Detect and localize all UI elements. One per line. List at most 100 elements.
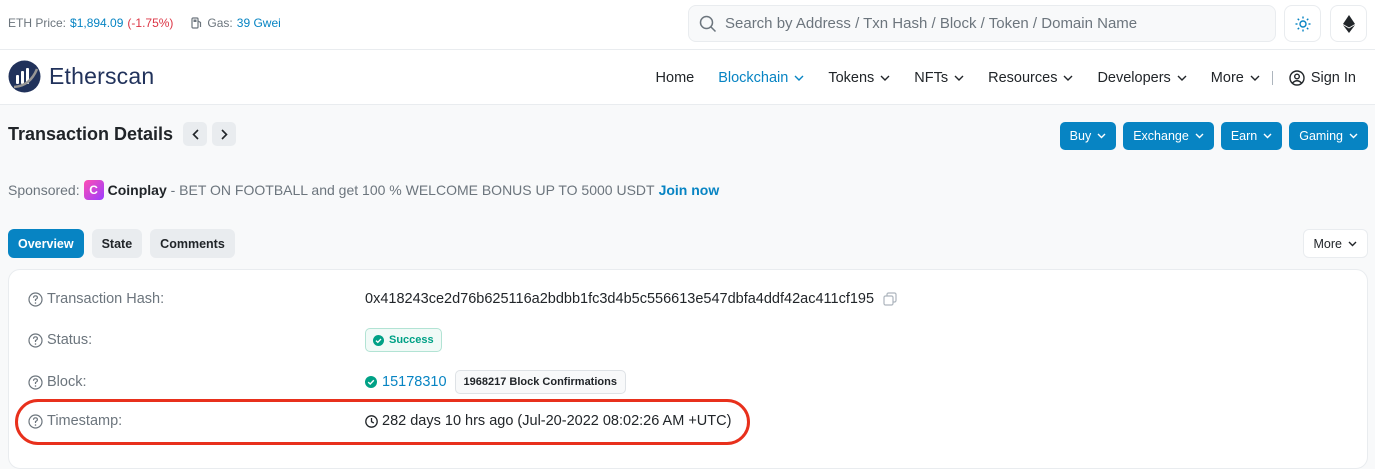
ethereum-icon	[1342, 14, 1355, 33]
detail-row-block: Block: 15178310 1968217 Block Confirmati…	[28, 370, 626, 394]
gas-label: Gas:	[207, 16, 233, 30]
chevron-down-icon	[1195, 133, 1204, 139]
nav-item-more[interactable]: More	[1211, 70, 1260, 86]
nav-divider	[1271, 70, 1273, 85]
nav-item-label: NFTs	[914, 69, 949, 86]
question-circle-icon[interactable]	[28, 374, 43, 390]
buy-button[interactable]: Buy	[1059, 122, 1117, 150]
sign-in-label: Sign In	[1310, 69, 1356, 86]
page-header: Transaction Details	[8, 122, 237, 146]
transaction-hash: 0x418243ce2d76b625116a2bdbb1fc3d4b5c5566…	[365, 291, 875, 307]
etherscan-logo-icon	[8, 60, 41, 93]
gas-pump-icon	[191, 17, 202, 29]
button-label: Exchange	[1133, 129, 1189, 143]
sponsor-text: - BET ON FOOTBALL and get 100 % WELCOME …	[166, 182, 655, 198]
status-text: Success	[389, 334, 434, 346]
chevron-down-icon	[954, 75, 964, 81]
gaming-button[interactable]: Gaming	[1289, 122, 1368, 150]
nav-item-label: Resources	[988, 69, 1058, 86]
search-icon	[699, 15, 717, 32]
nav-item-label: Blockchain	[718, 69, 789, 86]
status-badge: Success	[365, 328, 442, 352]
search-placeholder: Search by Address / Txn Hash / Block / T…	[725, 15, 1138, 32]
block-label-group: Block:	[28, 374, 365, 390]
nav-menu: Home Blockchain Tokens NFTs Resources De…	[632, 50, 1356, 105]
chevron-down-icon	[1177, 75, 1187, 81]
nav-item-resources[interactable]: Resources	[988, 70, 1073, 86]
block-label: Block:	[47, 374, 87, 390]
sponsor-brand[interactable]: Coinplay	[108, 182, 167, 198]
sponsored-label: Sponsored:	[8, 182, 80, 198]
tab-state[interactable]: State	[91, 229, 143, 258]
chevron-down-icon	[1349, 133, 1358, 139]
price-ticker: ETH Price: $1,894.09 (-1.75%) Gas: 39 Gw…	[8, 16, 281, 30]
button-label: Earn	[1230, 129, 1258, 143]
chevron-down-icon	[880, 75, 890, 81]
chevron-right-icon	[220, 128, 228, 140]
gas-value[interactable]: 39 Gwei	[237, 16, 281, 30]
block-number-link[interactable]: 15178310	[365, 374, 447, 390]
action-buttons: Buy Exchange Earn Gaming	[1053, 122, 1368, 150]
button-label: Gaming	[1299, 129, 1343, 143]
block-number: 15178310	[382, 374, 447, 390]
etherscan-logo[interactable]: Etherscan	[8, 60, 154, 93]
user-circle-icon	[1289, 69, 1305, 86]
button-label: Buy	[1069, 129, 1092, 143]
prev-transaction-button[interactable]	[183, 122, 208, 146]
main-navbar: Etherscan Home Blockchain Tokens NFTs Re…	[0, 50, 1375, 105]
nav-item-developers[interactable]: Developers	[1097, 69, 1187, 86]
hash-label: Transaction Hash:	[47, 291, 165, 307]
chevron-down-icon	[1263, 133, 1272, 139]
detail-tabs: Overview State Comments	[8, 229, 243, 258]
next-transaction-button[interactable]	[212, 122, 237, 146]
gas-info: Gas: 39 Gwei	[191, 16, 281, 30]
sun-icon	[1295, 16, 1310, 31]
chevron-down-icon	[1250, 75, 1260, 81]
block-value-group: 15178310 1968217 Block Confirmations	[365, 370, 626, 394]
eth-price-value[interactable]: $1,894.09	[70, 16, 123, 30]
theme-toggle-button[interactable]	[1284, 5, 1321, 42]
exchange-button[interactable]: Exchange	[1123, 122, 1214, 150]
sign-in-link[interactable]: Sign In	[1289, 70, 1356, 86]
brand-name: Etherscan	[49, 63, 155, 89]
hash-label-group: Transaction Hash:	[28, 291, 365, 307]
detail-row-status: Status: Success	[28, 328, 442, 352]
more-label: More	[1313, 236, 1342, 251]
nav-item-label: More	[1210, 69, 1244, 86]
status-label-group: Status:	[28, 332, 365, 348]
copy-icon[interactable]	[883, 292, 897, 306]
search-input[interactable]: Search by Address / Txn Hash / Block / T…	[688, 5, 1276, 42]
sponsored-banner: Sponsored: C Coinplay - BET ON FOOTBALL …	[8, 180, 719, 200]
question-circle-icon[interactable]	[28, 332, 43, 348]
earn-button[interactable]: Earn	[1220, 122, 1283, 150]
network-select-button[interactable]	[1330, 5, 1367, 42]
tab-comments[interactable]: Comments	[150, 229, 235, 258]
chevron-down-icon	[1097, 133, 1106, 139]
coinplay-logo-icon: C	[83, 180, 104, 200]
chevron-left-icon	[191, 128, 199, 140]
block-confirmations-badge: 1968217 Block Confirmations	[454, 370, 626, 394]
status-value-group: Success	[365, 328, 442, 352]
nav-item-tokens[interactable]: Tokens	[828, 70, 890, 86]
hash-value-group: 0x418243ce2d76b625116a2bdbb1fc3d4b5c5566…	[365, 291, 897, 307]
chevron-down-icon	[1063, 75, 1073, 81]
status-label: Status:	[47, 332, 93, 348]
eth-price-label: ETH Price:	[8, 16, 67, 30]
chevron-down-icon	[1348, 241, 1357, 246]
nav-item-label: Developers	[1097, 69, 1171, 86]
join-now-link[interactable]: Join now	[659, 182, 720, 198]
question-circle-icon[interactable]	[28, 291, 43, 307]
eth-price-change: (-1.75%)	[127, 16, 174, 30]
nav-item-label: Tokens	[828, 69, 875, 86]
timestamp-highlight-annotation	[15, 399, 750, 445]
detail-row-hash: Transaction Hash: 0x418243ce2d76b625116a…	[28, 291, 897, 307]
more-dropdown-button[interactable]: More	[1302, 229, 1368, 258]
tab-overview[interactable]: Overview	[8, 229, 84, 258]
check-circle-icon	[373, 334, 384, 346]
nav-item-nfts[interactable]: NFTs	[914, 70, 964, 86]
nav-item-blockchain[interactable]: Blockchain	[718, 70, 804, 86]
check-circle-icon	[365, 376, 377, 388]
chevron-down-icon	[794, 75, 804, 81]
nav-item-home[interactable]: Home	[656, 70, 695, 86]
page-title: Transaction Details	[8, 123, 174, 144]
